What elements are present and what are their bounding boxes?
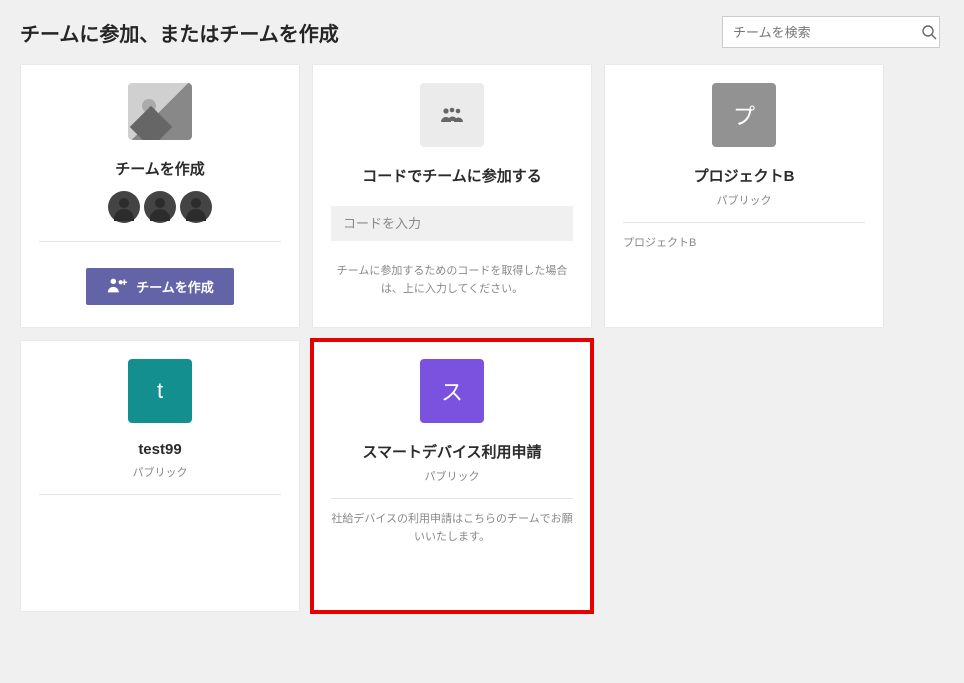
team-card-desc: 社給デバイスの利用申請はこちらのチームでお願いいたします。 (331, 511, 573, 546)
search-container (722, 16, 940, 48)
avatar-placeholders (108, 191, 212, 223)
team-card-title: test99 (138, 441, 181, 458)
avatar-icon (144, 191, 176, 223)
team-card-visibility: パブリック (133, 464, 188, 480)
team-card-test99[interactable]: t test99 パブリック (20, 340, 300, 612)
team-tile: プ (712, 83, 776, 147)
team-card-smart-device[interactable]: ス スマートデバイス利用申請 パブリック 社給デバイスの利用申請はこちらのチーム… (312, 340, 592, 612)
team-card-visibility: パブリック (717, 192, 772, 208)
search-input[interactable] (723, 19, 919, 46)
code-input[interactable] (331, 206, 573, 241)
divider (623, 222, 865, 223)
code-tile (420, 83, 484, 147)
search-icon[interactable] (919, 24, 939, 40)
create-team-button-label: チームを作成 (136, 277, 214, 296)
team-tile: t (128, 359, 192, 423)
join-code-title: コードでチームに参加する (362, 165, 542, 186)
divider (331, 498, 573, 499)
team-card-title: プロジェクトB (694, 165, 795, 186)
create-team-tile-icon (128, 83, 192, 140)
team-card-visibility: パブリック (425, 468, 480, 484)
avatar-icon (180, 191, 212, 223)
divider (39, 494, 281, 495)
create-team-card[interactable]: チームを作成 チームを作成 (20, 64, 300, 328)
create-team-button[interactable]: チームを作成 (86, 268, 234, 305)
team-tile: ス (420, 359, 484, 423)
people-add-icon (106, 276, 128, 297)
page-title: チームに参加、またはチームを作成 (20, 18, 339, 47)
team-card-project-b[interactable]: プ プロジェクトB パブリック プロジェクトB (604, 64, 884, 328)
divider (39, 241, 281, 242)
create-team-title: チームを作成 (115, 158, 205, 179)
team-card-desc: プロジェクトB (623, 235, 696, 253)
team-card-title: スマートデバイス利用申請 (362, 441, 541, 462)
join-code-desc: チームに参加するためのコードを取得した場合は、上に入力してください。 (331, 263, 573, 298)
join-code-card: コードでチームに参加する チームに参加するためのコードを取得した場合は、上に入力… (312, 64, 592, 328)
avatar-icon (108, 191, 140, 223)
